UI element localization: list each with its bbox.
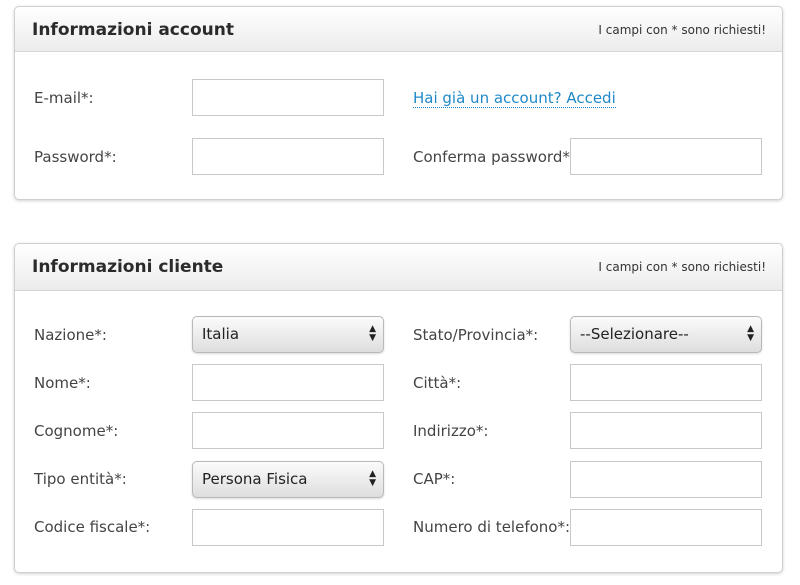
last-name-field[interactable]: [192, 412, 384, 449]
confirm-password-label: Conferma password*:: [413, 148, 575, 166]
entity-type-select-value: Persona Fisica: [202, 470, 308, 488]
password-field[interactable]: [192, 138, 384, 175]
password-label: Password*:: [34, 148, 117, 166]
account-required-note: I campi con * sono richiesti!: [598, 23, 766, 37]
last-name-label: Cognome*:: [34, 422, 119, 440]
phone-label: Numero di telefono*:: [413, 518, 571, 536]
client-info-panel: Informazioni cliente I campi con * sono …: [14, 243, 783, 573]
login-link[interactable]: Hai già un account? Accedi: [413, 89, 616, 108]
state-select[interactable]: --Selezionare-- ▲ ▼: [570, 316, 762, 353]
first-name-label: Nome*:: [34, 374, 91, 392]
address-label: Indirizzo*:: [413, 422, 489, 440]
zip-field[interactable]: [570, 461, 762, 498]
email-label: E-mail*:: [34, 89, 94, 107]
address-field[interactable]: [570, 412, 762, 449]
zip-label: CAP*:: [413, 470, 456, 488]
tax-code-label: Codice fiscale*:: [34, 518, 151, 536]
country-select-value: Italia: [202, 325, 240, 343]
account-panel-header: Informazioni account I campi con * sono …: [15, 7, 782, 52]
city-field[interactable]: [570, 364, 762, 401]
phone-field[interactable]: [570, 509, 762, 546]
country-label: Nazione*:: [34, 326, 107, 344]
state-select-value: --Selezionare--: [580, 325, 689, 343]
tax-code-field[interactable]: [192, 509, 384, 546]
city-label: Città*:: [413, 374, 462, 392]
entity-type-select[interactable]: Persona Fisica ▲ ▼: [192, 461, 384, 498]
email-field[interactable]: [192, 79, 384, 116]
entity-type-label: Tipo entità*:: [34, 470, 127, 488]
confirm-password-field[interactable]: [570, 138, 762, 175]
account-panel-title: Informazioni account: [32, 20, 234, 40]
country-select[interactable]: Italia ▲ ▼: [192, 316, 384, 353]
client-panel-title: Informazioni cliente: [32, 257, 224, 277]
account-info-panel: Informazioni account I campi con * sono …: [14, 6, 783, 200]
client-required-note: I campi con * sono richiesti!: [598, 260, 766, 274]
updown-arrows-icon: ▲ ▼: [747, 324, 754, 343]
state-label: Stato/Provincia*:: [413, 326, 539, 344]
updown-arrows-icon: ▲ ▼: [369, 324, 376, 343]
updown-arrows-icon: ▲ ▼: [369, 469, 376, 488]
first-name-field[interactable]: [192, 364, 384, 401]
client-panel-header: Informazioni cliente I campi con * sono …: [15, 244, 782, 291]
